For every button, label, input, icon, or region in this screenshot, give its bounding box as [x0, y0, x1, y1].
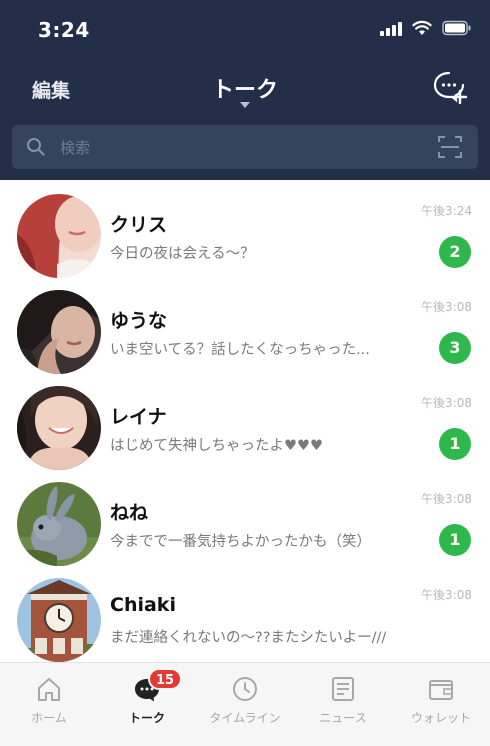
unread-badge: 3	[439, 332, 471, 364]
avatar	[17, 290, 101, 374]
tab-unread-badge: 15	[148, 668, 183, 690]
chat-message-preview: 今日の夜は会える～？	[110, 246, 255, 262]
chat-message-preview: はじめて失神しちゃったよ♥♥♥	[110, 438, 323, 454]
chat-name: レイナ	[110, 406, 167, 428]
avatar	[17, 386, 101, 470]
chat-name: クリス	[110, 214, 168, 236]
header: 3:24 編集 トーク 検索	[0, 0, 490, 180]
avatar	[17, 194, 101, 278]
tab-label: トーク	[128, 711, 165, 725]
tab-news[interactable]: ニュース	[294, 671, 392, 741]
clock-icon	[233, 677, 257, 701]
chat-item[interactable]: Chiaki まだ連絡くれないの～??またシたいよー/// 午後3:08	[0, 564, 490, 662]
status-bar: 3:24	[0, 0, 490, 62]
wifi-icon	[412, 20, 432, 35]
chat-message-preview: いま空いてる？話したくなっちゃった...	[110, 342, 370, 358]
tab-home[interactable]: ホーム	[0, 671, 98, 741]
tab-label: ホーム	[31, 711, 67, 725]
unread-badge: 1	[439, 428, 471, 460]
avatar	[17, 578, 101, 662]
chat-name: Chiaki	[110, 594, 176, 616]
chat-time: 午後3:08	[421, 492, 472, 506]
chat-message-preview: 今までで一番気持ちよかったかも（笑）	[110, 534, 371, 550]
status-time: 3:24	[38, 18, 90, 42]
title-bar: 編集 トーク	[0, 62, 490, 118]
chat-name: ゆうな	[110, 310, 168, 332]
tab-talk[interactable]: 15 トーク	[98, 668, 196, 741]
qr-scan-icon[interactable]	[438, 136, 462, 158]
title-dropdown-icon[interactable]	[240, 102, 250, 108]
tab-bar: ホーム 15 トーク タイムライン ニュース ウォレット	[0, 662, 490, 746]
chat-item[interactable]: レイナ はじめて失神しちゃったよ♥♥♥ 午後3:08 1	[0, 372, 490, 470]
cellular-signal-icon	[380, 20, 402, 36]
chat-item[interactable]: ねね 今までで一番気持ちよかったかも（笑） 午後3:08 1	[0, 468, 490, 566]
tab-label: ウォレット	[410, 711, 471, 725]
search-input[interactable]: 検索	[12, 125, 478, 169]
wallet-icon	[429, 680, 453, 700]
chat-time: 午後3:24	[421, 204, 472, 218]
tab-label: タイムライン	[209, 711, 281, 725]
search-placeholder: 検索	[60, 139, 91, 157]
tab-wallet[interactable]: ウォレット	[392, 671, 490, 741]
tab-timeline[interactable]: タイムライン	[196, 671, 294, 741]
chat-time: 午後3:08	[421, 300, 472, 314]
chat-item[interactable]: クリス 今日の夜は会える～？ 午後3:24 2	[0, 180, 490, 278]
chat-time: 午後3:08	[421, 588, 472, 602]
avatar	[17, 482, 101, 566]
status-icons	[380, 20, 472, 36]
news-icon	[332, 677, 354, 701]
tab-label: ニュース	[319, 711, 367, 725]
unread-badge: 1	[439, 524, 471, 556]
battery-icon	[442, 20, 471, 36]
new-chat-icon[interactable]	[432, 70, 468, 104]
chat-name: ねね	[110, 502, 149, 524]
page-title[interactable]: トーク	[0, 72, 490, 104]
chat-list: クリス 今日の夜は会える～？ 午後3:24 2 ゆうな いま空いてる？話したくな…	[0, 180, 490, 662]
unread-badge: 2	[439, 236, 471, 268]
chat-message-preview: まだ連絡くれないの～??またシたいよー///	[110, 630, 387, 646]
chat-time: 午後3:08	[421, 396, 472, 410]
home-icon	[38, 678, 60, 701]
search-icon	[27, 138, 45, 156]
chat-item[interactable]: ゆうな いま空いてる？話したくなっちゃった... 午後3:08 3	[0, 276, 490, 374]
